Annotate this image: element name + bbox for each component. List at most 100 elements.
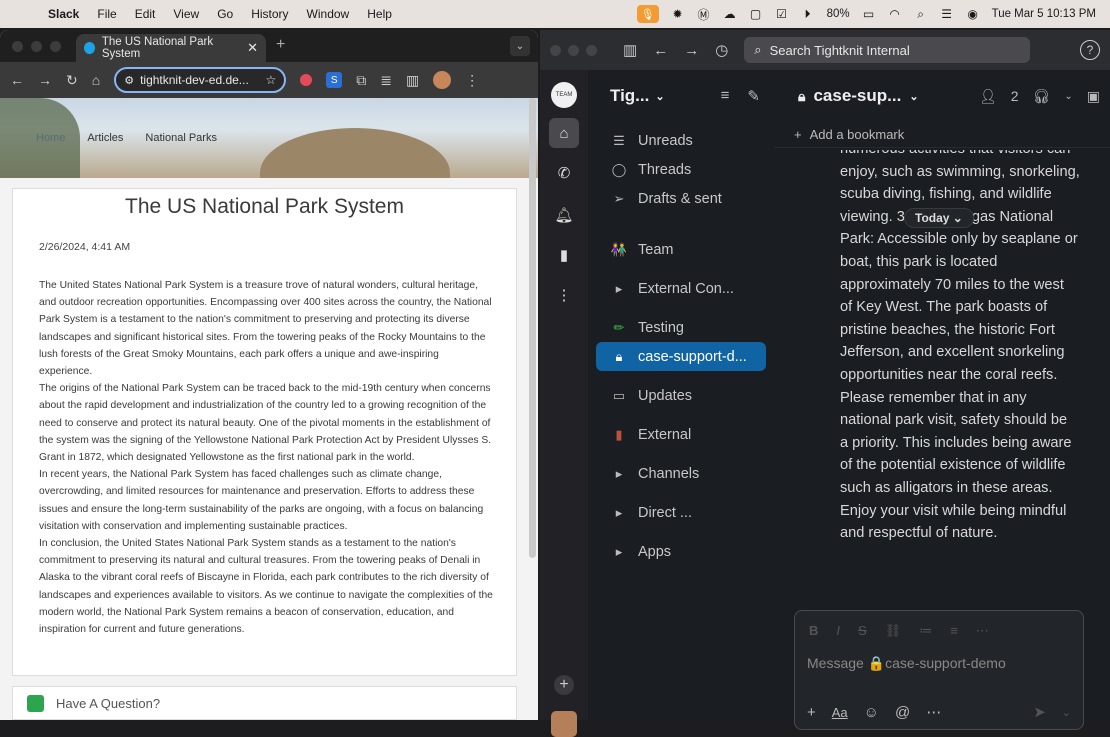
members-icon[interactable]: 👤︎: [979, 88, 997, 105]
bold-icon[interactable]: B: [809, 623, 818, 639]
link-icon[interactable]: ⛓: [885, 623, 902, 639]
workspace-name[interactable]: Tig...: [610, 86, 649, 106]
help-icon[interactable]: ?: [1080, 40, 1100, 60]
saved-bookmark-icon[interactable]: ▮: [553, 244, 575, 266]
chevron-down-icon[interactable]: ⌄: [655, 90, 664, 103]
canvas-icon[interactable]: ▣: [1087, 88, 1100, 105]
apple-icon[interactable]: [16, 7, 30, 21]
channel-name[interactable]: case-sup...: [813, 86, 901, 106]
caret-right-icon[interactable]: ▸: [610, 505, 628, 521]
tab-search-icon[interactable]: ⌄: [510, 36, 530, 56]
menu-view[interactable]: View: [173, 7, 199, 21]
brightness-icon[interactable]: ✹: [671, 7, 685, 21]
menubar-clock[interactable]: Tue Mar 5 10:13 PM: [992, 8, 1096, 20]
bookmark-star-icon[interactable]: ☆: [265, 73, 276, 87]
breadcrumb-home[interactable]: Home: [36, 132, 65, 144]
menu-window[interactable]: Window: [307, 7, 350, 21]
user-avatar[interactable]: [551, 711, 577, 737]
caret-right-icon[interactable]: ▸: [610, 281, 628, 297]
send-options-chevron-icon[interactable]: ⌄: [1062, 706, 1071, 719]
profile-avatar[interactable]: [433, 71, 452, 89]
chevron-down-icon[interactable]: ⌄: [909, 90, 918, 103]
search-icon[interactable]: ⌕: [914, 7, 928, 21]
menu-help[interactable]: Help: [367, 7, 392, 21]
extensions-icon[interactable]: ⧉: [356, 72, 366, 89]
workspace-logo[interactable]: TEAM: [551, 82, 577, 108]
browser-tab[interactable]: The US National Park System ✕: [76, 34, 266, 62]
send-icon[interactable]: ➤: [1033, 703, 1046, 721]
window-icon[interactable]: ▢: [749, 7, 763, 21]
sidebar-item-threads[interactable]: ◯ Threads: [588, 155, 774, 184]
bullet-list-icon[interactable]: ≡: [950, 623, 958, 639]
url-text[interactable]: tightknit-dev-ed.de...: [140, 73, 259, 87]
filter-icon[interactable]: ≡: [721, 87, 730, 105]
dms-icon[interactable]: ✆: [553, 162, 575, 184]
italic-icon[interactable]: I: [836, 623, 840, 639]
extension-red-icon[interactable]: [300, 74, 313, 86]
forward-icon[interactable]: →: [38, 72, 52, 88]
slack-close-button[interactable]: [550, 44, 561, 56]
ordered-list-icon[interactable]: ≔: [919, 623, 932, 639]
workspace-header[interactable]: Tig... ⌄ ≡ ✎: [588, 70, 774, 122]
more-actions-icon[interactable]: ⋯: [926, 703, 941, 721]
history-icon[interactable]: ◷: [715, 41, 728, 59]
page-scrollbar[interactable]: [529, 98, 536, 558]
more-icon[interactable]: ⋮: [553, 284, 575, 306]
sidebar-item-drafts[interactable]: ➢ Drafts & sent: [588, 184, 774, 213]
sidebar-item-testing[interactable]: ✏ Testing: [588, 313, 774, 342]
play-icon[interactable]: ⏵: [801, 7, 815, 21]
text-format-icon[interactable]: Aa: [832, 705, 848, 720]
sidebar-item-external-connections[interactable]: ▸ External Con...: [588, 274, 774, 303]
mention-icon[interactable]: @: [895, 704, 910, 721]
home-icon[interactable]: ⌂: [549, 118, 579, 148]
caret-right-icon[interactable]: ▸: [610, 544, 628, 560]
message-composer[interactable]: B I S ⛓ ≔ ≡ ⋯ Message 🔒case-support-demo…: [794, 610, 1084, 730]
home-icon[interactable]: ⌂: [92, 72, 100, 88]
cloud-icon[interactable]: ☁: [723, 7, 737, 21]
sidebar-section-apps[interactable]: ▸ Apps: [588, 537, 774, 566]
site-info-icon[interactable]: ⚙: [124, 74, 134, 87]
slack-forward-icon[interactable]: →: [684, 42, 699, 59]
add-workspace-icon[interactable]: +: [554, 675, 574, 695]
sidebar-item-team[interactable]: 👫 Team: [588, 235, 774, 264]
strikethrough-icon[interactable]: S: [858, 623, 867, 639]
close-tab-icon[interactable]: ✕: [247, 40, 258, 56]
slack-zoom-button[interactable]: [586, 44, 597, 56]
activity-bell-icon[interactable]: 🔔︎: [553, 204, 575, 226]
caret-right-icon[interactable]: ▸: [610, 466, 628, 482]
battery-icon[interactable]: ▭: [862, 7, 876, 21]
control-center-icon[interactable]: ☰: [940, 7, 954, 21]
reload-icon[interactable]: ↻: [66, 72, 78, 89]
slack-search-bar[interactable]: ⌕ Search Tightknit Internal: [744, 37, 1031, 63]
add-bookmark-bar[interactable]: + Add a bookmark: [774, 122, 1110, 148]
sidebar-section-direct-messages[interactable]: ▸ Direct ...: [588, 498, 774, 527]
browser-menu-icon[interactable]: ⋮: [465, 72, 479, 89]
breadcrumb-national-parks[interactable]: National Parks: [145, 132, 217, 144]
user-icon[interactable]: ◉: [966, 7, 980, 21]
member-count[interactable]: 2: [1011, 88, 1019, 104]
menu-go[interactable]: Go: [217, 7, 233, 21]
zoom-window-button[interactable]: [50, 41, 61, 52]
microphone-icon[interactable]: 🎙: [636, 5, 659, 23]
back-icon[interactable]: ←: [10, 72, 24, 88]
slack-back-icon[interactable]: ←: [653, 42, 668, 59]
side-panel-icon[interactable]: ▥: [406, 72, 419, 89]
menu-edit[interactable]: Edit: [135, 7, 156, 21]
close-window-button[interactable]: [12, 41, 23, 52]
menu-file[interactable]: File: [97, 7, 116, 21]
sidebar-toggle-icon[interactable]: ▥: [623, 41, 637, 59]
sidebar-item-case-support[interactable]: 🔒︎ case-support-d...: [596, 342, 766, 371]
checkbox-icon[interactable]: ☑: [775, 7, 789, 21]
emoji-icon[interactable]: ☺: [864, 704, 879, 721]
date-divider-today[interactable]: Today ⌄: [904, 208, 974, 228]
minimize-window-button[interactable]: [31, 41, 42, 52]
menubar-app-name[interactable]: Slack: [48, 7, 79, 21]
message-input[interactable]: Message 🔒case-support-demo: [795, 651, 1083, 676]
sidebar-section-channels[interactable]: ▸ Channels: [588, 459, 774, 488]
sidebar-item-external[interactable]: ▮ External: [588, 420, 774, 449]
sidebar-item-unreads[interactable]: ☰ Unreads: [588, 126, 774, 155]
huddle-headphones-icon[interactable]: 🎧︎: [1033, 88, 1051, 105]
new-tab-icon[interactable]: +: [276, 36, 285, 54]
more-formatting-icon[interactable]: ⋯: [976, 623, 989, 639]
sidebar-item-updates[interactable]: ▭ Updates: [588, 381, 774, 410]
